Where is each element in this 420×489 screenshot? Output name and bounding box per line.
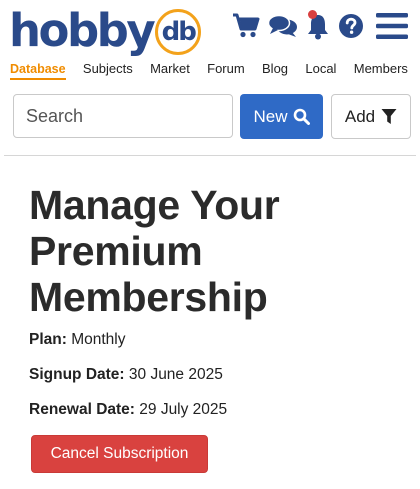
search-icon (293, 108, 310, 125)
nav-item-database[interactable]: Database (10, 61, 66, 80)
notification-badge (308, 10, 317, 19)
renewal-date-row: Renewal Date: 29 July 2025 (29, 401, 227, 419)
logo-word: hobby (9, 4, 156, 57)
nav-item-market[interactable]: Market (150, 61, 190, 80)
filter-icon (381, 109, 397, 124)
new-button-label: New (253, 106, 288, 126)
help-icon[interactable] (338, 13, 364, 39)
hobbydb-logo[interactable]: hobby db (9, 4, 202, 58)
nav-item-forum[interactable]: Forum (207, 61, 245, 80)
signup-date-label: Signup Date: (29, 366, 129, 383)
menu-icon[interactable] (376, 12, 408, 40)
plan-label: Plan: (29, 331, 72, 348)
nav-item-local[interactable]: Local (305, 61, 336, 80)
header-icons (232, 10, 408, 40)
search-input[interactable] (13, 94, 233, 138)
renewal-date-value: 29 July 2025 (139, 401, 228, 418)
page-title: Manage Your Premium Membership (29, 182, 280, 320)
signup-date-row: Signup Date: 30 June 2025 (29, 366, 223, 384)
nav-item-members[interactable]: Members (354, 61, 408, 80)
cart-icon[interactable] (232, 13, 260, 39)
add-button[interactable]: Add (331, 94, 411, 139)
add-button-label: Add (344, 106, 376, 126)
cancel-subscription-button[interactable]: Cancel Subscription (31, 435, 208, 473)
plan-row: Plan: Monthly (29, 331, 125, 349)
page: hobby db Database Subjects Market Forum … (0, 0, 420, 489)
logo-mark-text: db (161, 17, 197, 47)
renewal-date-label: Renewal Date: (29, 401, 140, 418)
nav-item-blog[interactable]: Blog (262, 61, 288, 80)
nav-item-subjects[interactable]: Subjects (83, 61, 133, 80)
main-nav: Database Subjects Market Forum Blog Loca… (10, 61, 408, 80)
signup-date-value: 30 June 2025 (128, 366, 223, 383)
chat-icon[interactable] (268, 14, 298, 38)
logo-mark: db (155, 9, 202, 55)
header-divider (4, 155, 416, 156)
new-search-button[interactable]: New (240, 94, 323, 139)
notifications-button[interactable] (306, 10, 330, 40)
plan-value: Monthly (71, 331, 126, 348)
